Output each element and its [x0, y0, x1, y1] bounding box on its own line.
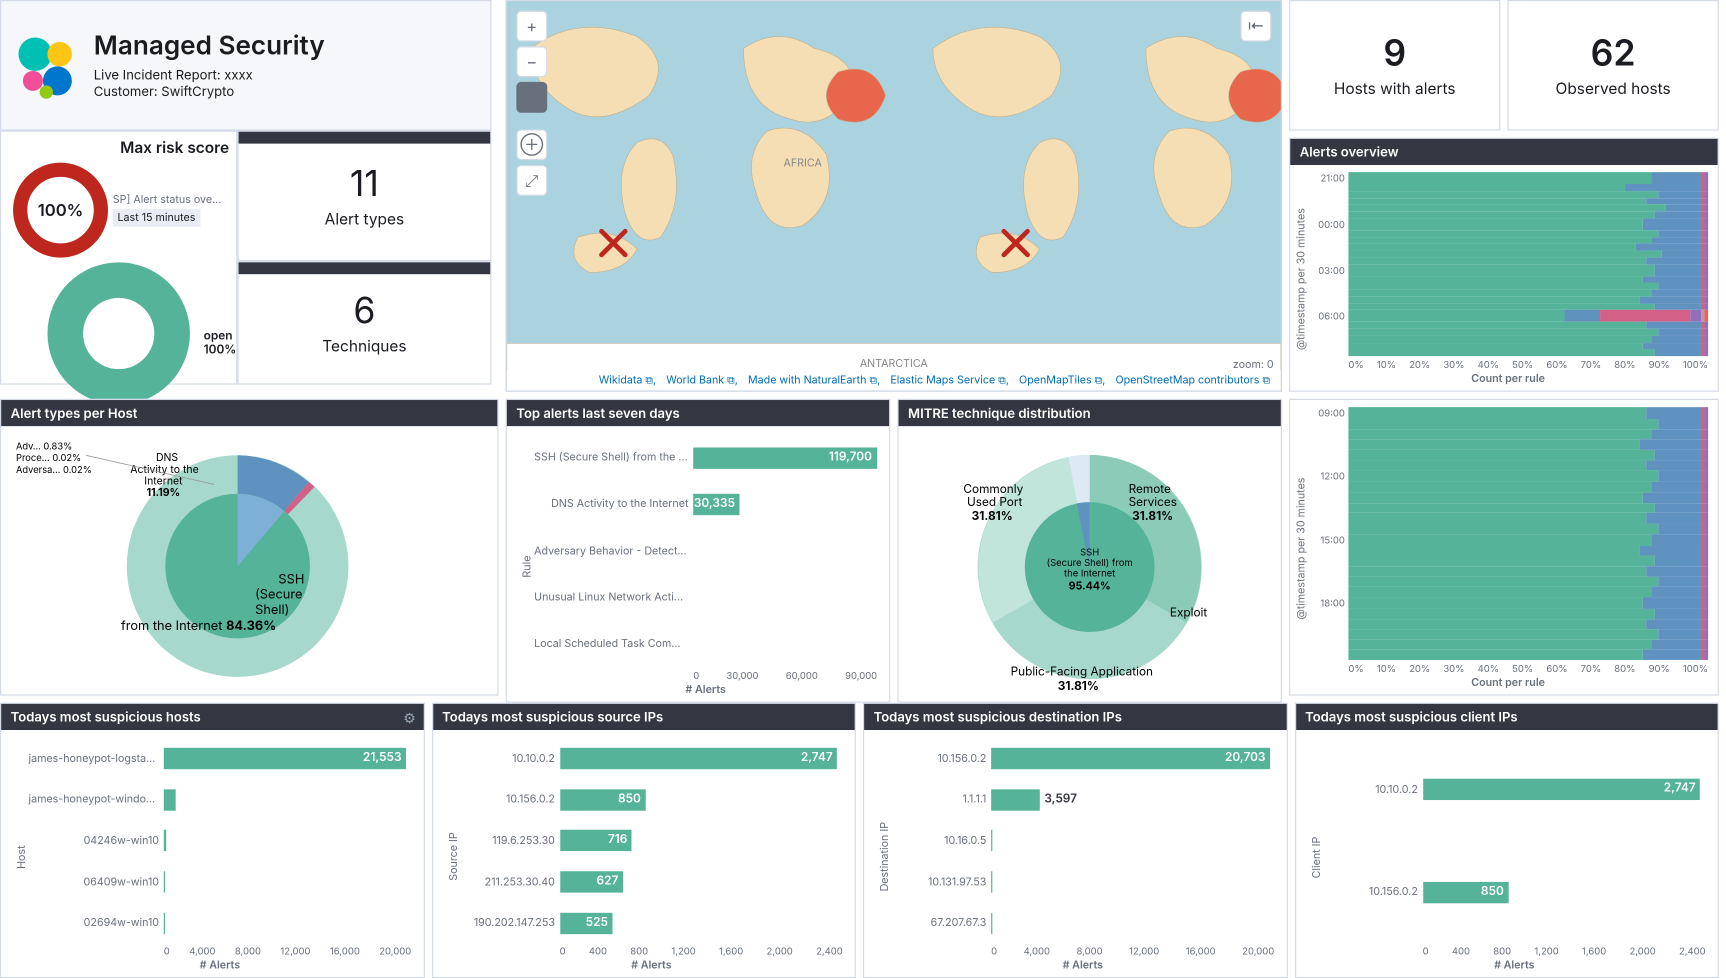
panel-title: Todays most suspicious destination IPs	[864, 704, 1286, 730]
susp-src-panel: Todays most suspicious source IPs Source…	[431, 703, 855, 978]
svg-text:from the Internet 84.36%: from the Internet 84.36%	[121, 619, 276, 634]
axis-label: @timestamp per 30 minutes	[1295, 172, 1308, 386]
stat-value: 11	[350, 163, 379, 206]
stat-label: Hosts with alerts	[1334, 80, 1456, 99]
svg-text:(Secure: (Secure	[255, 588, 302, 603]
attr-link[interactable]: OpenStreetMap contributors	[1115, 374, 1259, 387]
customer-line: Customer: SwiftCrypto	[94, 83, 325, 100]
alerts-overview-continue: @timestamp per 30 minutes 09:0012:0015:0…	[1289, 399, 1719, 696]
attr-link[interactable]: Made with NaturalEarth	[748, 374, 866, 387]
alerts-overview-chart[interactable]: @timestamp per 30 minutes 21:0000:0003:0…	[1290, 165, 1717, 391]
map-canvas[interactable]: ANTARCTICA AFRICA	[507, 1, 1281, 390]
dashboard-header: Managed Security Live Incident Report: x…	[0, 0, 491, 131]
zoom-out-button[interactable]: −	[516, 46, 547, 77]
risk-subtitle: SP] Alert status ove...	[113, 193, 222, 206]
map-attribution: Wikidata ⧉, World Bank ⧉, Made with Natu…	[507, 370, 1281, 390]
stat-observed-hosts: 62 Observed hosts	[1507, 0, 1718, 131]
donut-label: open 100%	[204, 329, 237, 357]
mitre-sunburst[interactable]: Remote Services 31.81% Exploit Public-Fa…	[899, 426, 1281, 701]
panel-title: Todays most suspicious hosts	[1, 704, 423, 730]
stat-value: 62	[1591, 32, 1636, 75]
svg-text:AFRICA: AFRICA	[784, 156, 823, 169]
svg-text:Exploit: Exploit	[1170, 606, 1207, 620]
susp-client-panel: Todays most suspicious client IPs Client…	[1294, 703, 1718, 978]
stat-techniques: 6 Techniques	[237, 261, 491, 384]
dashboard-title: Managed Security	[94, 31, 325, 62]
panel-title: Todays most suspicious source IPs	[433, 704, 855, 730]
gear-icon[interactable]: ⚙	[403, 709, 416, 727]
header-and-stats: Managed Security Live Incident Report: x…	[0, 0, 499, 392]
svg-text:SSH: SSH	[278, 573, 304, 588]
attr-link[interactable]: Elastic Maps Service	[890, 374, 995, 387]
susp-hosts-panel: Todays most suspicious hosts ⚙ Hostjames…	[0, 703, 424, 978]
panel-title: Alerts overview	[1290, 139, 1717, 165]
stat-value: 6	[353, 290, 375, 333]
risk-timerange: Last 15 minutes	[113, 209, 200, 227]
susp-hosts-chart[interactable]: Hostjames-honeypot-logstash-demo21,553ja…	[1, 730, 423, 977]
alert-types-sunburst[interactable]: SSH (Secure Shell) from the Internet 84.…	[1, 426, 497, 694]
zoom-disabled-button	[516, 82, 547, 113]
svg-text:the Internet: the Internet	[1064, 569, 1115, 580]
svg-text:ANTARCTICA: ANTARCTICA	[860, 357, 929, 370]
stat-label: Observed hosts	[1556, 80, 1671, 99]
risk-score-panel: Max risk score 100% SP] Alert status ove…	[0, 131, 237, 385]
alerts-overview-chart-lower[interactable]: @timestamp per 30 minutes 09:0012:0015:0…	[1290, 400, 1717, 694]
stat-label: Alert types	[325, 210, 404, 229]
svg-text:31.81%: 31.81%	[1058, 679, 1099, 693]
panel-title: Alert types per Host	[1, 400, 497, 426]
stat-hosts-with-alerts: 9 Hosts with alerts	[1289, 0, 1500, 131]
svg-text:Public-Facing Application: Public-Facing Application	[1011, 665, 1153, 679]
susp-dst-panel: Todays most suspicious destination IPs D…	[863, 703, 1287, 978]
svg-text:SSH: SSH	[1080, 547, 1099, 558]
stat-alert-types: 11 Alert types	[237, 131, 491, 262]
svg-text:Commonly: Commonly	[963, 482, 1023, 496]
elastic-logo-icon	[11, 30, 82, 101]
panel-title: Todays most suspicious client IPs	[1296, 704, 1718, 730]
zoom-in-button[interactable]: +	[516, 11, 547, 42]
svg-text:31.81%: 31.81%	[1132, 509, 1173, 523]
svg-text:Services: Services	[1129, 495, 1177, 509]
attr-link[interactable]: World Bank	[666, 374, 724, 387]
susp-src-chart[interactable]: Source IP10.10.0.22,74710.156.0.2850119.…	[433, 730, 855, 977]
panel-title: Top alerts last seven days	[507, 400, 889, 426]
alert-types-per-host-panel: Alert types per Host SSH (Secure Shell) …	[0, 399, 499, 696]
fit-bounds-button[interactable]: ⊕	[516, 129, 547, 160]
attr-link[interactable]: Wikidata	[599, 374, 643, 387]
axis-label: Count per rule	[1308, 677, 1708, 690]
axis-label: @timestamp per 30 minutes	[1295, 407, 1308, 690]
svg-text:31.81%: 31.81%	[972, 509, 1013, 523]
stat-label: Techniques	[322, 337, 406, 356]
top-alerts-panel: Top alerts last seven days RuleSSH (Secu…	[506, 399, 891, 702]
svg-text:Shell): Shell)	[255, 603, 289, 618]
world-map[interactable]: ANTARCTICA AFRICA + − ⊕ ⤢ ⇤ zoom: 0 Wiki…	[506, 0, 1282, 392]
alerts-overview-panel: Alerts overview @timestamp per 30 minute…	[1289, 138, 1719, 392]
fullscreen-button[interactable]: ⤢	[516, 165, 547, 196]
susp-dst-chart[interactable]: Destination IP10.156.0.220,7031.1.1.13,5…	[864, 730, 1286, 977]
panel-title: MITRE technique distribution	[899, 400, 1281, 426]
svg-text:95.44%: 95.44%	[1069, 580, 1111, 593]
svg-text:(Secure Shell) from: (Secure Shell) from	[1047, 558, 1133, 569]
risk-gauge: 100%	[13, 163, 108, 258]
axis-label: Count per rule	[1308, 373, 1708, 386]
svg-text:Proce… 0.02%: Proce… 0.02%	[16, 453, 81, 464]
svg-text:Remote: Remote	[1129, 482, 1171, 496]
svg-text:Adversa… 0.02%: Adversa… 0.02%	[16, 465, 92, 476]
top-alerts-chart[interactable]: RuleSSH (Secure Shell) from the Internet…	[507, 426, 889, 701]
svg-text:Adv… 0.83%: Adv… 0.83%	[16, 441, 72, 452]
attr-link[interactable]: OpenMapTiles	[1019, 374, 1092, 387]
stat-value: 9	[1383, 32, 1406, 75]
svg-text:11.19%: 11.19%	[147, 486, 181, 499]
svg-text:Used Port: Used Port	[967, 495, 1023, 509]
alert-status-donut[interactable]	[47, 262, 189, 404]
risk-title: Max risk score	[8, 139, 229, 158]
mitre-panel: MITRE technique distribution Remote	[897, 399, 1282, 702]
report-line: Live Incident Report: xxxx	[94, 66, 325, 83]
susp-client-chart[interactable]: Client IP10.10.0.22,74710.156.0.28500400…	[1296, 730, 1718, 977]
collapse-legend-button[interactable]: ⇤	[1240, 11, 1271, 42]
